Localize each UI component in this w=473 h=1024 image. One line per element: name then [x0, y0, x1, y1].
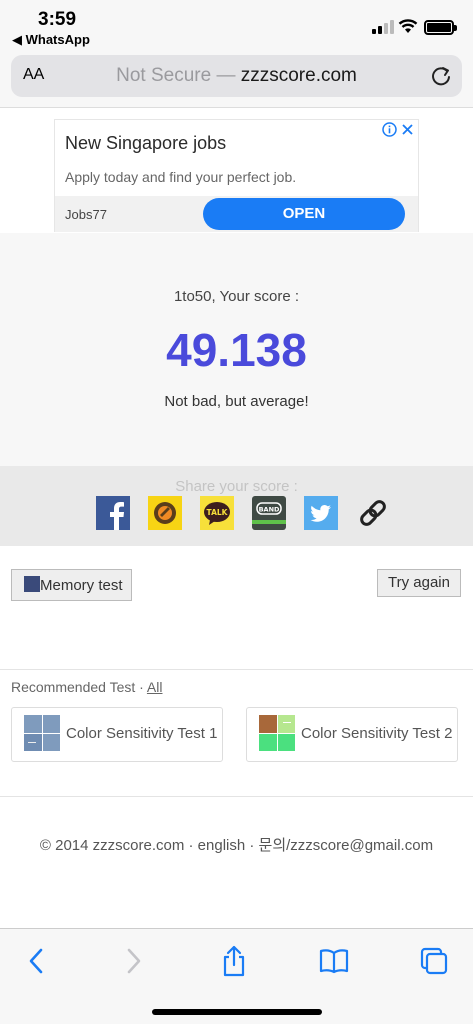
- divider: [0, 669, 473, 670]
- try-again-button[interactable]: Try again: [377, 569, 461, 597]
- memory-test-label: Memory test: [40, 577, 123, 594]
- score-label: 1to50, Your score :: [173, 288, 300, 305]
- back-to-app-link[interactable]: ◀ WhatsApp: [12, 32, 90, 48]
- svg-text:TALK: TALK: [207, 508, 229, 517]
- browser-address-bar: AA Not Secure — zzzscore.com: [0, 50, 473, 108]
- share-panel: Share your score : TALK BAND: [0, 466, 473, 546]
- domain-label: zzzscore.com: [240, 65, 357, 86]
- recommended-title: Recommended Test · All: [11, 679, 162, 695]
- score-panel: 1to50, Your score : 49.138 Not bad, but …: [0, 233, 473, 466]
- memory-test-button[interactable]: Memory test: [11, 569, 132, 601]
- memory-test-icon: [24, 576, 40, 592]
- tabs-icon[interactable]: [418, 945, 450, 977]
- twitter-icon[interactable]: [304, 496, 338, 530]
- forward-icon[interactable]: [118, 945, 150, 977]
- status-bar: 3:59 ◀ WhatsApp: [0, 0, 473, 50]
- kakaotalk-icon[interactable]: TALK: [200, 496, 234, 530]
- url-field[interactable]: AA Not Secure — zzzscore.com: [11, 55, 462, 97]
- wifi-icon: [398, 19, 418, 33]
- share-label: Share your score :: [175, 478, 298, 495]
- bookmarks-icon[interactable]: [318, 945, 350, 977]
- recommended-card-2[interactable]: Color Sensitivity Test 2: [246, 707, 458, 762]
- all-link[interactable]: All: [147, 679, 163, 695]
- ad-title[interactable]: New Singapore jobs: [65, 133, 226, 154]
- svg-text:BAND: BAND: [259, 506, 280, 514]
- band-icon[interactable]: BAND: [252, 496, 286, 530]
- clock: 3:59: [38, 9, 77, 30]
- facebook-icon[interactable]: [96, 496, 130, 530]
- ad-footer: Jobs77 OPEN: [55, 196, 418, 232]
- footer-text: © 2014 zzzscore.com · english · 문의/zzzsc…: [39, 837, 434, 854]
- ad-open-button[interactable]: OPEN: [203, 198, 405, 230]
- signal-icon: [372, 20, 394, 34]
- share-icon[interactable]: [218, 945, 250, 977]
- color-test-1-thumbnail: [24, 715, 60, 751]
- divider: [0, 796, 473, 797]
- security-label: Not Secure —: [116, 65, 236, 86]
- ad-banner[interactable]: New Singapore jobs Apply today and find …: [54, 119, 419, 232]
- recommended-card-name: Color Sensitivity Test 1: [66, 725, 218, 742]
- score-remark: Not bad, but average!: [164, 393, 309, 410]
- color-test-2-thumbnail: [259, 715, 295, 751]
- home-indicator[interactable]: [152, 1009, 322, 1015]
- ad-info-icon[interactable]: [382, 122, 397, 137]
- ad-close-icon[interactable]: [401, 123, 414, 136]
- url-text[interactable]: Not Secure — zzzscore.com: [11, 65, 462, 87]
- reload-icon[interactable]: [430, 65, 452, 87]
- kakaostory-icon[interactable]: [148, 496, 182, 530]
- battery-icon: [424, 20, 457, 35]
- recommended-card-1[interactable]: Color Sensitivity Test 1: [11, 707, 223, 762]
- recommended-card-name: Color Sensitivity Test 2: [301, 725, 453, 742]
- recommended-label: Recommended Test ·: [11, 679, 147, 695]
- back-icon[interactable]: [20, 945, 52, 977]
- link-icon[interactable]: [356, 496, 390, 530]
- score-value: 49.138: [166, 324, 307, 376]
- ad-advertiser: Jobs77: [65, 207, 107, 222]
- ad-description: Apply today and find your perfect job.: [65, 169, 297, 185]
